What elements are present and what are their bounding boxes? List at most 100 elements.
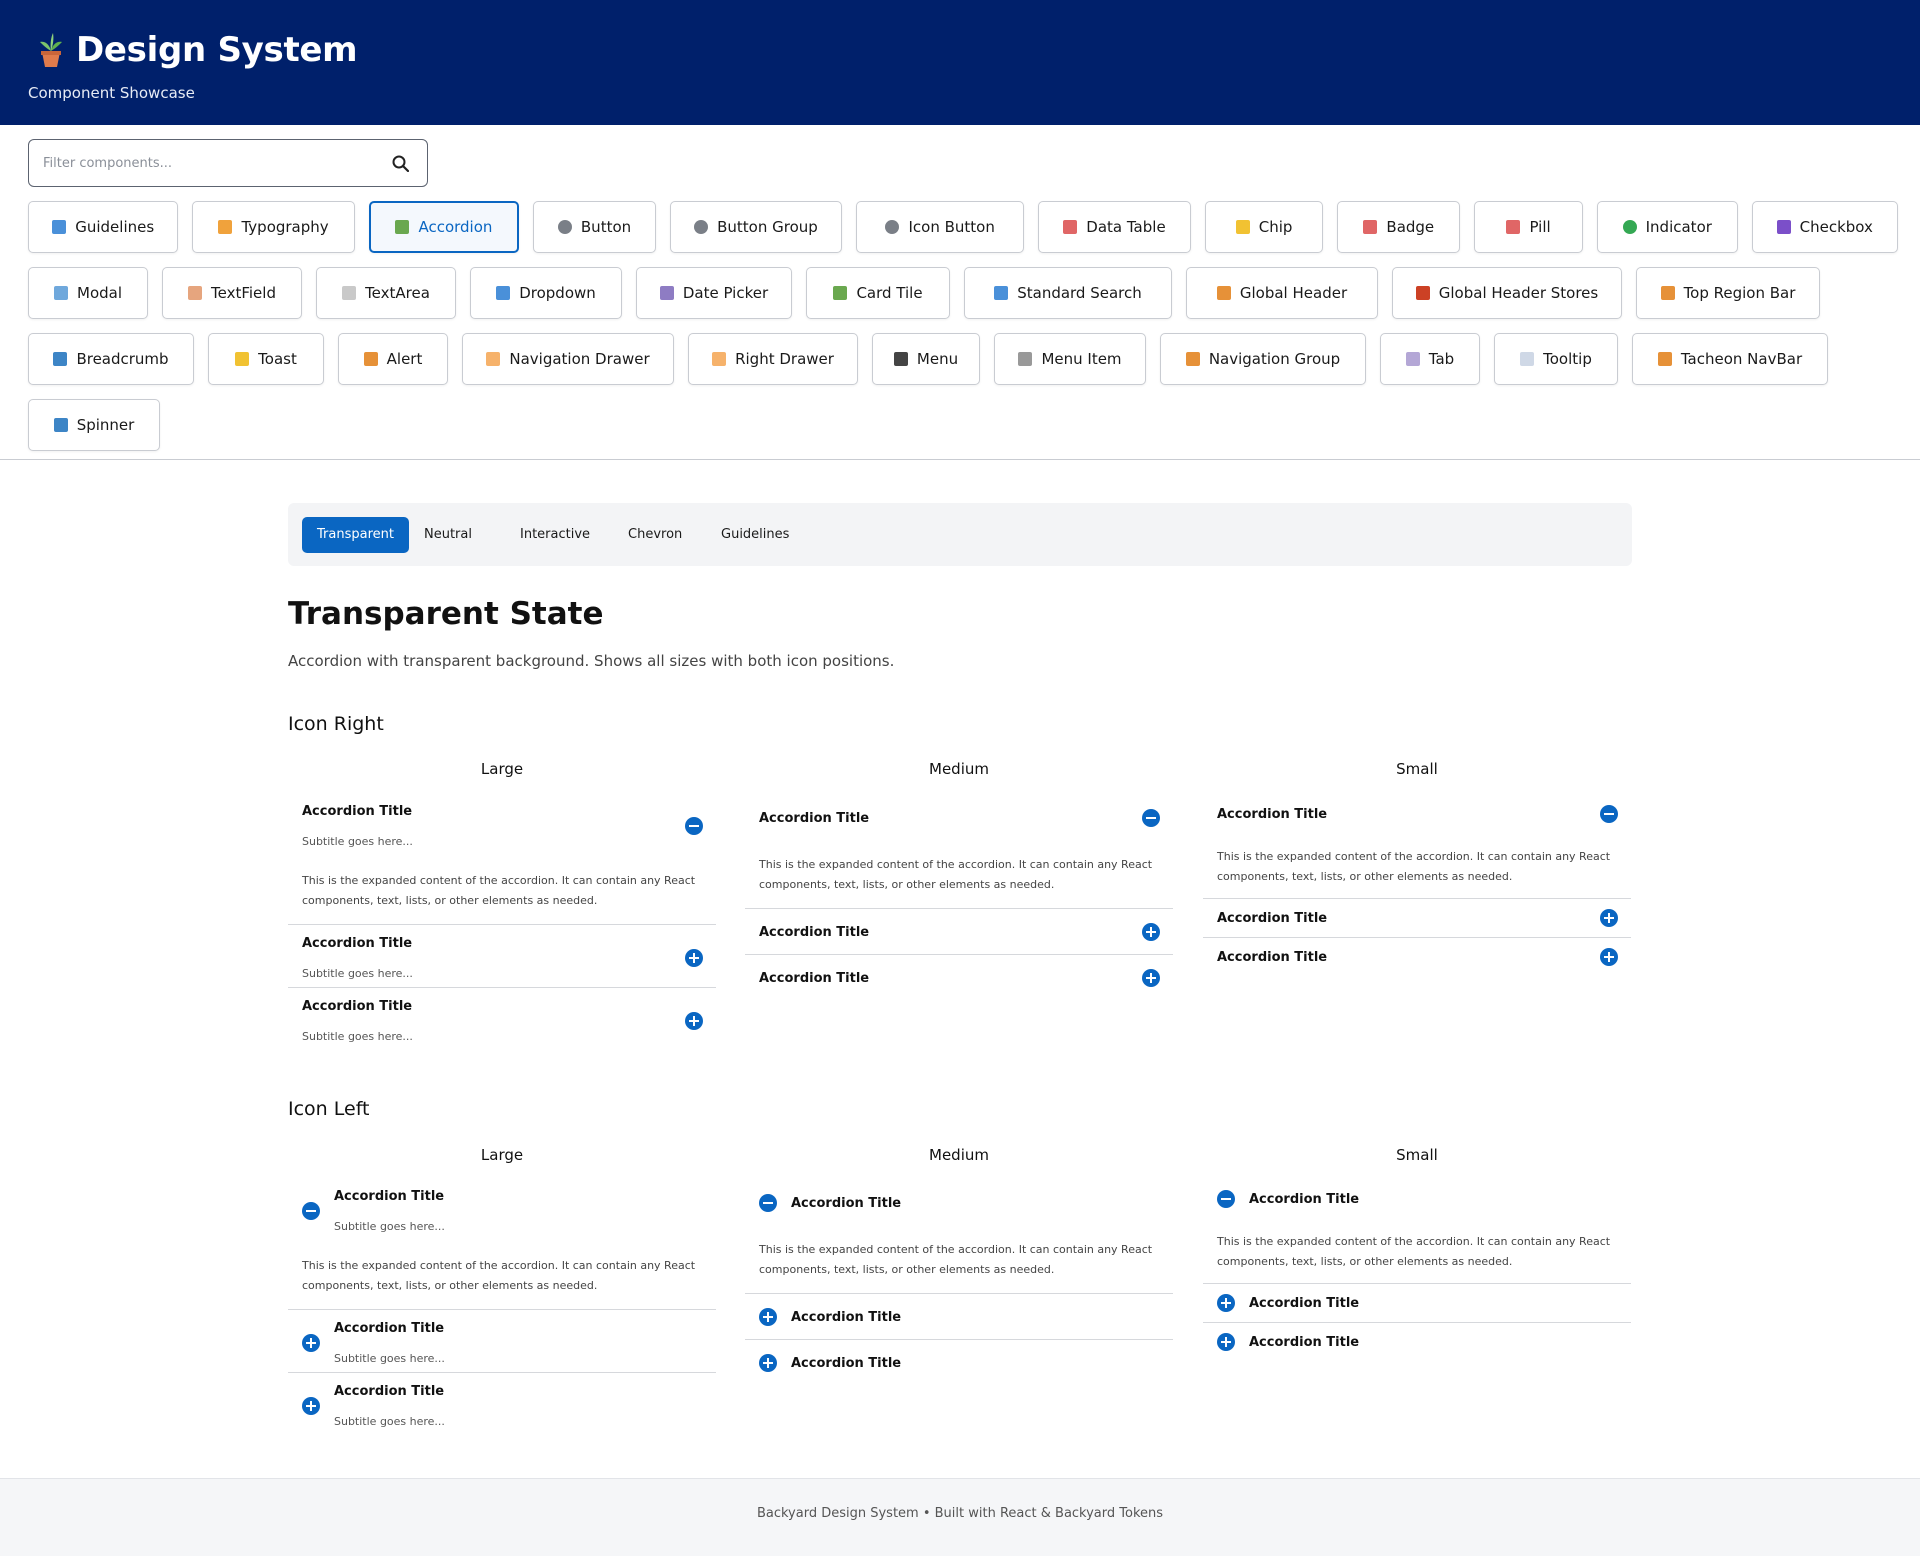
plus-circle-icon[interactable] [302,1397,320,1415]
plus-circle-icon[interactable] [1600,909,1618,927]
component-chip-label: Badge [1386,218,1435,236]
accordion-subtitle: Subtitle goes here... [302,835,413,848]
accordion-item[interactable]: Accordion Title [1203,899,1631,938]
plus-circle-icon[interactable] [1217,1294,1235,1312]
component-chip-global-header[interactable]: Global Header [1186,267,1378,319]
component-list: Guidelines Typography Accordion Button Butto… [28,201,1899,465]
folder-icon [712,352,727,366]
plus-circle-icon[interactable] [759,1308,777,1326]
component-chip-top-region-bar[interactable]: Top Region Bar [1636,267,1820,319]
accordion-item-expanded[interactable]: Accordion Title This is the expanded con… [1203,793,1631,899]
component-chip-data-table[interactable]: Data Table [1038,201,1191,253]
column-heading-large: Large [480,760,524,778]
accordion-title: Accordion Title [759,925,870,940]
component-chip-spinner[interactable]: Spinner [28,399,160,451]
component-chip-right-drawer[interactable]: Right Drawer [688,333,858,385]
component-chip-chip[interactable]: Chip [1204,201,1324,253]
component-chip-breadcrumb[interactable]: Breadcrumb [28,333,194,385]
accordion-item[interactable]: Accordion Title [745,909,1173,955]
component-chip-label: Menu Item [1041,350,1122,368]
plus-circle-icon[interactable] [1217,1333,1235,1351]
component-chip-tacheon-navbar[interactable]: Tacheon NavBar [1632,333,1828,385]
accordion-item[interactable]: Accordion Title Subtitle goes here... [288,1373,716,1436]
component-chip-navigation-group[interactable]: Navigation Group [1160,333,1366,385]
component-chip-tooltip[interactable]: Tooltip [1494,333,1618,385]
plus-circle-icon[interactable] [1600,948,1618,966]
plus-circle-icon[interactable] [685,1012,703,1030]
component-chip-date-picker[interactable]: Date Picker [636,267,792,319]
component-chip-menu[interactable]: Menu [872,333,980,385]
component-chip-indicator[interactable]: Indicator [1597,201,1738,253]
component-chip-pill[interactable]: Pill [1474,201,1584,253]
accordion-item[interactable]: Accordion Title Subtitle goes here... [288,988,716,1051]
plus-circle-icon[interactable] [302,1334,320,1352]
component-chip-dropdown[interactable]: Dropdown [470,267,622,319]
component-chip-modal[interactable]: Modal [28,267,148,319]
accordion-item-expanded[interactable]: Accordion Title Subtitle goes here... Th… [288,793,716,925]
column-heading-small: Small [1396,1146,1438,1164]
minus-circle-icon[interactable] [685,817,703,835]
component-chip-guidelines[interactable]: Guidelines [28,201,179,253]
accordion-item[interactable]: Accordion Title Subtitle goes here... [288,1310,716,1373]
plus-circle-icon[interactable] [1142,969,1160,987]
component-chip-label: Menu [916,350,959,368]
minus-circle-icon[interactable] [759,1194,777,1212]
component-chip-global-header-stores[interactable]: Global Header Stores [1392,267,1622,319]
accordion-title: Accordion Title [302,999,413,1014]
component-chip-label: Guidelines [75,218,155,236]
component-row: Breadcrumb Toast Alert Navigation Drawer Rig… [28,333,1898,385]
plus-circle-icon[interactable] [759,1354,777,1372]
plus-circle-icon[interactable] [685,949,703,967]
component-chip-badge[interactable]: Badge [1337,201,1461,253]
component-chip-checkbox[interactable]: Checkbox [1751,201,1899,253]
component-chip-standard-search[interactable]: Standard Search [964,267,1172,319]
accordion-content: This is the expanded content of the acco… [759,858,1153,891]
accordion-content: This is the expanded content of the acco… [759,1243,1153,1276]
component-chip-icon-button[interactable]: Icon Button [856,201,1025,253]
plus-circle-icon[interactable] [1142,923,1160,941]
component-chip-textfield[interactable]: TextField [162,267,302,319]
magnifier-icon [994,286,1009,300]
component-chip-alert[interactable]: Alert [338,333,448,385]
accordion-left-small: Accordion Title This is the expanded con… [1203,1178,1631,1362]
refresh-icon [53,418,68,432]
accordion-item[interactable]: Accordion Title [745,955,1173,1001]
component-chip-button[interactable]: Button [533,201,656,253]
component-chip-accordion[interactable]: Accordion [368,201,520,253]
minus-circle-icon[interactable] [1600,805,1618,823]
tab-interactive[interactable]: Interactive [505,517,605,553]
accordion-item[interactable]: Accordion Title [1203,938,1631,977]
component-chip-toast[interactable]: Toast [208,333,324,385]
accordion-item-expanded[interactable]: Accordion Title Subtitle goes here... Th… [288,1178,716,1310]
accordion-item-expanded[interactable]: Accordion Title This is the expanded con… [745,793,1173,909]
tab-transparent[interactable]: Transparent [302,517,409,553]
search-icon[interactable] [392,155,410,173]
accordion-item-expanded[interactable]: Accordion Title This is the expanded con… [745,1178,1173,1294]
component-chip-card-tile[interactable]: Card Tile [806,267,950,319]
component-chip-label: Modal [77,284,122,302]
accordion-title: Accordion Title [1217,911,1328,926]
tab-guidelines[interactable]: Guidelines [706,517,804,553]
minus-circle-icon[interactable] [1142,809,1160,827]
component-chip-button-group[interactable]: Button Group [669,201,843,253]
accordion-item[interactable]: Accordion Title Subtitle goes here... [288,925,716,988]
tab-chevron[interactable]: Chevron [613,517,697,553]
component-chip-textarea[interactable]: TextArea [316,267,456,319]
minus-circle-icon[interactable] [302,1202,320,1220]
minus-circle-icon[interactable] [1217,1190,1235,1208]
accordion-item[interactable]: Accordion Title [1203,1284,1631,1323]
accordion-item[interactable]: Accordion Title [1203,1323,1631,1362]
component-chip-typography[interactable]: Typography [192,201,355,253]
component-chip-tab[interactable]: Tab [1380,333,1480,385]
accordion-title: Accordion Title [791,1356,902,1371]
component-chip-label: Indicator [1645,218,1712,236]
accordion-item[interactable]: Accordion Title [745,1294,1173,1340]
window-icon [54,286,68,300]
accordion-item-expanded[interactable]: Accordion Title This is the expanded con… [1203,1178,1631,1284]
tab-neutral[interactable]: Neutral [409,517,487,553]
map-icon [53,352,68,366]
filter-input[interactable] [43,140,383,186]
component-chip-menu-item[interactable]: Menu Item [994,333,1146,385]
accordion-item[interactable]: Accordion Title [745,1340,1173,1386]
component-chip-navigation-drawer[interactable]: Navigation Drawer [462,333,674,385]
